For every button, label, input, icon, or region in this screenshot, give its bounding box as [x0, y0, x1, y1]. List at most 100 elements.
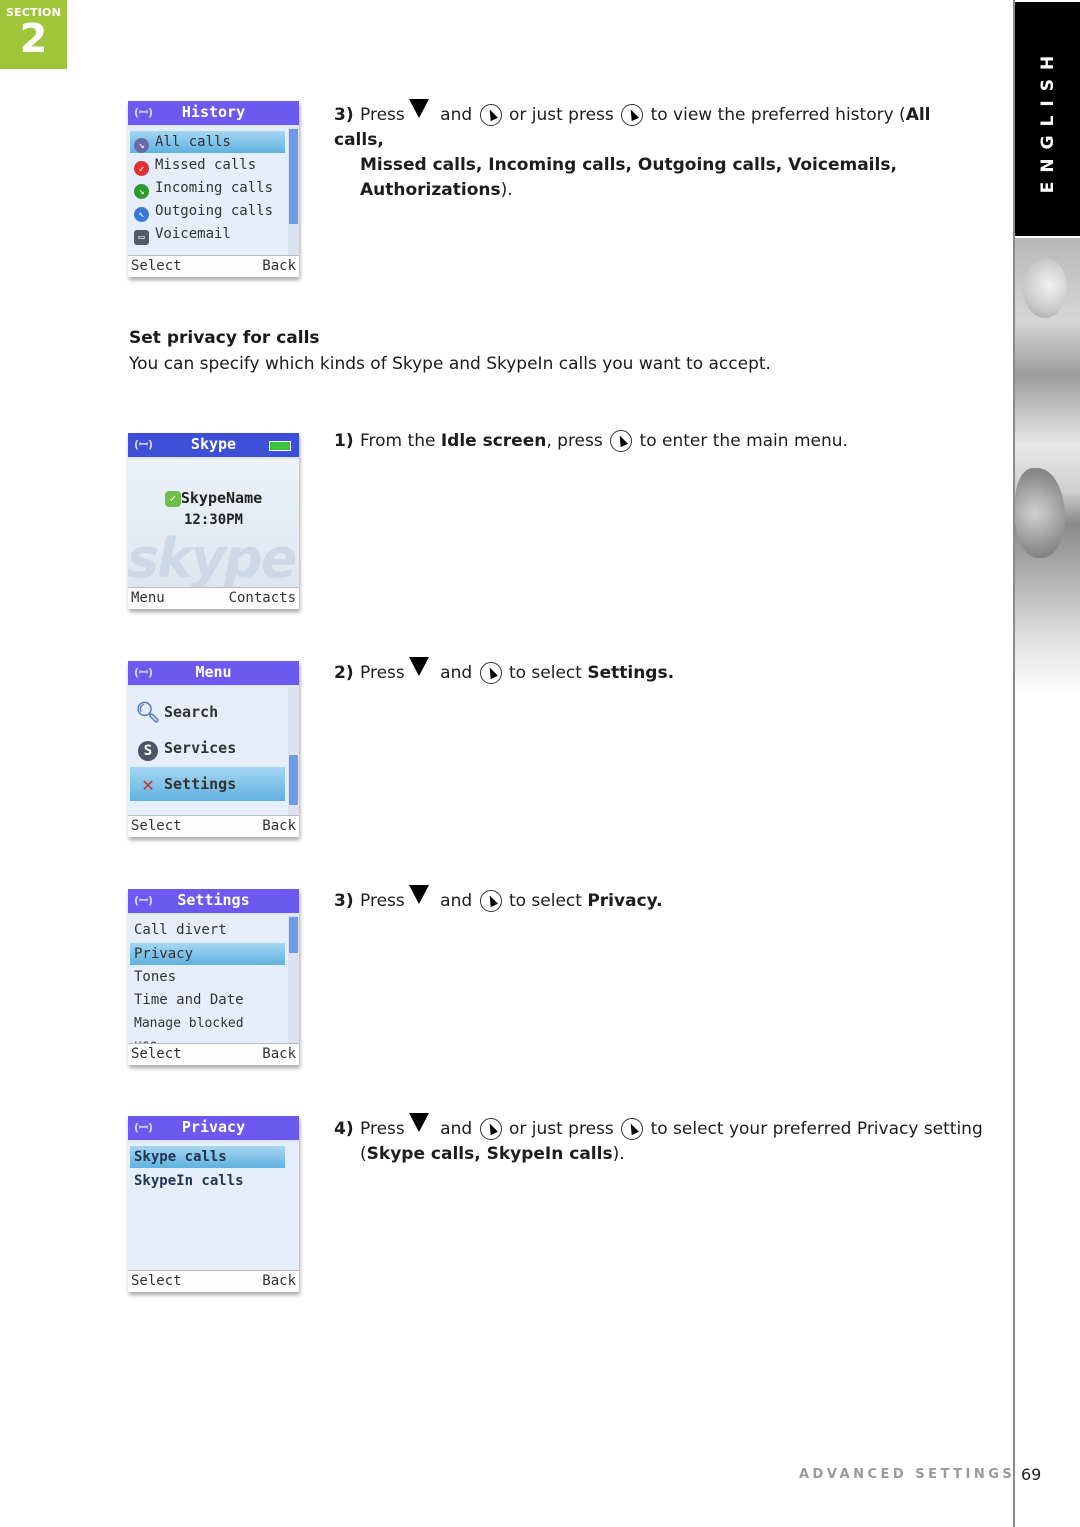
softkey-right[interactable]: Back	[262, 818, 296, 834]
down-arrow-icon	[408, 657, 429, 676]
menu-item-skypein-calls[interactable]: SkypeIn calls	[130, 1170, 285, 1192]
menu-item-skype-calls[interactable]: Skype calls	[130, 1146, 285, 1168]
menu-item-outgoing-calls[interactable]: ↖ Outgoing calls	[130, 200, 285, 222]
step-number: 1)	[334, 431, 354, 451]
step-text: Press	[360, 1119, 405, 1139]
softkey-right[interactable]: Back	[262, 1273, 296, 1289]
missed-calls-icon: ↙	[134, 161, 149, 176]
softkey-bar: Select Back	[128, 815, 299, 837]
step-bold: Privacy.	[587, 891, 663, 911]
language-label: ENGLISH	[1037, 46, 1058, 194]
tools-icon: ✕	[141, 772, 155, 796]
step-text: Press	[360, 663, 405, 683]
step-text: to select your preferred Privacy setting	[650, 1119, 983, 1139]
screen-title: Settings	[177, 891, 250, 909]
menu-item-services[interactable]: S Services	[130, 731, 285, 765]
section-heading: Set privacy for calls	[129, 328, 320, 348]
step-4: 4) Press and or just press to select your…	[334, 1113, 984, 1167]
step-text: ).	[500, 180, 513, 200]
scrollbar[interactable]	[288, 687, 299, 815]
phone-screen-menu: (ꟷ) Menu 🔍︎ Search S Services ✕ Settings Se…	[128, 661, 299, 837]
scrollbar[interactable]	[288, 915, 299, 1043]
screen-title: Privacy	[181, 1118, 246, 1136]
menu-item-settings[interactable]: ✕ Settings	[130, 767, 285, 801]
history-step: 3) Press and or just press to view the pr…	[334, 99, 984, 203]
menu-item-search[interactable]: 🔍︎ Search	[130, 695, 285, 729]
menu-item-label: Incoming calls	[155, 180, 274, 196]
step-text: or just press	[508, 1119, 614, 1139]
nav-key-icon	[479, 1118, 502, 1140]
step-text: (	[360, 1144, 367, 1164]
step-text: , press	[546, 431, 603, 451]
screen-titlebar: (ꟷ) Skype	[128, 433, 299, 457]
softkey-right[interactable]: Back	[262, 258, 296, 274]
nav-key-icon	[479, 662, 502, 684]
menu-item-label: Call divert	[134, 922, 227, 938]
down-arrow-icon	[408, 885, 429, 904]
scrollbar[interactable]	[288, 127, 299, 255]
section-number: 2	[19, 16, 48, 62]
step-text: ).	[612, 1144, 625, 1164]
step-text: From the	[360, 431, 436, 451]
softkey-left[interactable]: Select	[131, 1046, 182, 1062]
menu-item-label: Time and Date	[134, 992, 244, 1008]
sidebar-photo	[1015, 238, 1080, 698]
softkey-left[interactable]: Menu	[131, 590, 165, 606]
section-intro: You can specify which kinds of Skype and…	[129, 354, 771, 374]
scrollbar-thumb[interactable]	[289, 755, 298, 805]
screen-titlebar: (ꟷ) Menu	[128, 661, 299, 685]
screen-body: Call divert Privacy Tones Time and Date …	[128, 915, 299, 1053]
step-number: 2)	[334, 663, 354, 683]
photo-hand	[1015, 468, 1065, 558]
down-arrow-icon	[408, 1113, 429, 1132]
step-text: to select	[508, 891, 582, 911]
step-2: 2) Press and to select Settings.	[334, 657, 984, 686]
softkey-right[interactable]: Contacts	[229, 590, 296, 606]
menu-item-tones[interactable]: Tones	[130, 966, 285, 988]
menu-item-voicemail[interactable]: ▭ Voicemail	[130, 223, 285, 245]
softkey-left[interactable]: Select	[131, 258, 182, 274]
outgoing-calls-icon: ↖	[134, 207, 149, 222]
language-tab: ENGLISH	[1015, 2, 1080, 236]
battery-icon	[269, 441, 291, 451]
softkey-bar: Select Back	[128, 1270, 299, 1292]
skype-s-icon: S	[134, 731, 162, 765]
step-text: to enter the main menu.	[639, 431, 848, 451]
softkey-right[interactable]: Back	[262, 1046, 296, 1062]
online-status-icon: ✓	[164, 491, 181, 507]
phone-screen-settings: (ꟷ) Settings Call divert Privacy Tones T…	[128, 889, 299, 1065]
menu-item-label: Voicemail	[155, 226, 231, 242]
incoming-calls-icon: ↘	[134, 184, 149, 199]
scrollbar-thumb[interactable]	[289, 129, 298, 224]
clock: 12:30PM	[183, 512, 243, 528]
step-text: Press	[360, 105, 405, 125]
menu-item-incoming-calls[interactable]: ↘ Incoming calls	[130, 177, 285, 199]
screen-body: Skype calls SkypeIn calls	[128, 1142, 299, 1270]
softkey-left[interactable]: Select	[131, 818, 182, 834]
menu-item-all-calls[interactable]: ↘ All calls	[130, 131, 285, 153]
menu-item-call-divert[interactable]: Call divert	[130, 919, 285, 941]
step-text: and	[440, 105, 473, 125]
screen-titlebar: (ꟷ) Privacy	[128, 1116, 299, 1140]
menu-item-privacy[interactable]: Privacy	[130, 943, 285, 965]
menu-item-label: Skype calls	[134, 1149, 227, 1165]
nav-key-icon	[479, 890, 502, 912]
step-text: or just press	[508, 105, 614, 125]
menu-item-label: Missed calls	[155, 157, 257, 173]
menu-item-label: Search	[164, 703, 219, 721]
screen-titlebar: (ꟷ) Settings	[128, 889, 299, 913]
menu-item-missed-calls[interactable]: ↙ Missed calls	[130, 154, 285, 176]
softkey-left[interactable]: Select	[131, 1273, 182, 1289]
down-arrow-icon	[408, 99, 429, 118]
step-number: 3)	[334, 105, 354, 125]
menu-item-time-and-date[interactable]: Time and Date	[130, 989, 285, 1011]
screen-title: History	[181, 103, 246, 121]
step-3: 3) Press and to select Privacy.	[334, 885, 984, 914]
menu-item-manage-blocked[interactable]: Manage blocked use...	[130, 1013, 285, 1053]
nav-key-icon	[621, 1118, 644, 1140]
magnifier-icon: 🔍︎	[135, 700, 161, 724]
voicemail-icon: ▭	[134, 230, 149, 245]
scrollbar-thumb[interactable]	[289, 917, 298, 953]
step-bold: Skype calls, SkypeIn calls	[366, 1144, 613, 1164]
step-text: and	[440, 1119, 473, 1139]
